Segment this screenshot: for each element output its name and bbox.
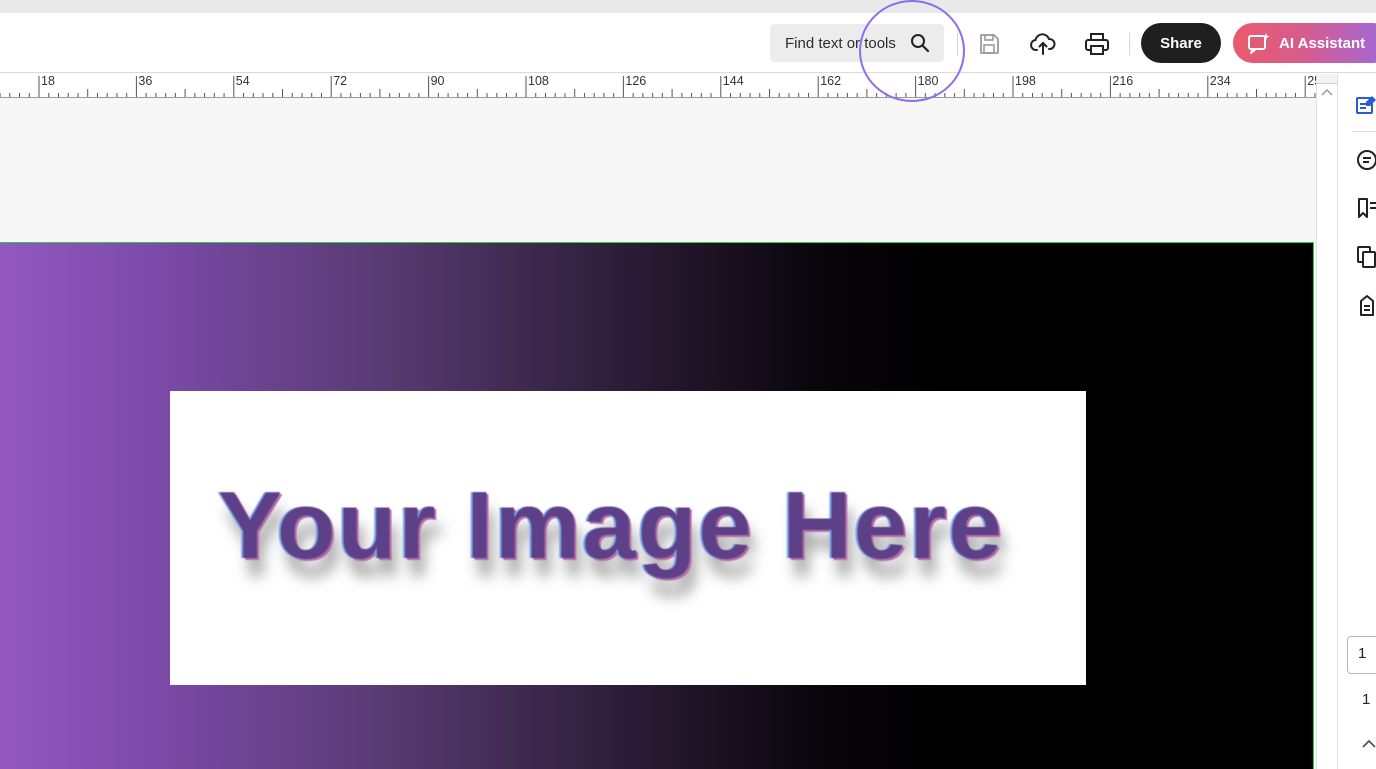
cloud-upload-icon bbox=[1030, 33, 1056, 55]
os-title-strip bbox=[0, 0, 1376, 13]
ai-assistant-label: AI Assistant bbox=[1279, 34, 1366, 52]
toolbar-divider bbox=[1129, 33, 1130, 55]
upload-cloud-button[interactable] bbox=[1028, 29, 1058, 59]
ruler-label: 216 bbox=[1112, 74, 1134, 88]
comment-icon[interactable] bbox=[1356, 149, 1376, 171]
ai-assistant-icon bbox=[1248, 33, 1270, 54]
rail-divider bbox=[1352, 131, 1376, 132]
attachment-icon[interactable] bbox=[1356, 294, 1376, 316]
right-side-rail: 1 1 bbox=[1337, 74, 1376, 769]
chevron-up-icon[interactable] bbox=[1362, 739, 1376, 749]
print-icon bbox=[1085, 33, 1109, 55]
placeholder-image[interactable]: Your Image Here bbox=[170, 391, 1086, 685]
total-pages: 1 bbox=[1362, 691, 1371, 708]
save-icon bbox=[980, 34, 999, 54]
document-page[interactable]: Your Image Here bbox=[0, 242, 1314, 769]
ruler-label: 90 bbox=[430, 74, 445, 88]
scrollbar-corner bbox=[1317, 74, 1337, 84]
ruler-label: 72 bbox=[333, 74, 348, 88]
ruler-label: 180 bbox=[917, 74, 939, 88]
horizontal-ruler: 18 36 54 72 90 108 126 144 162 180 198 216 234 25 bbox=[0, 74, 1316, 98]
current-page-input[interactable]: 1 bbox=[1347, 636, 1376, 674]
ruler-label: 36 bbox=[138, 74, 153, 88]
toolbar-divider bbox=[957, 33, 958, 55]
share-button[interactable]: Share bbox=[1141, 23, 1221, 63]
vertical-scrollbar[interactable] bbox=[1316, 74, 1337, 769]
ruler-label: 25 bbox=[1307, 74, 1316, 88]
ruler-label: 126 bbox=[625, 74, 647, 88]
ai-assistant-button[interactable]: AI Assistant bbox=[1233, 23, 1376, 63]
search-icon[interactable] bbox=[910, 33, 930, 53]
edit-pdf-icon[interactable] bbox=[1356, 94, 1376, 116]
ruler-label: 162 bbox=[820, 74, 842, 88]
ruler-label: 144 bbox=[722, 74, 744, 88]
ruler-label: 108 bbox=[528, 74, 549, 88]
search-input[interactable]: Find text or tools bbox=[785, 35, 896, 52]
ruler-label: 54 bbox=[235, 74, 250, 88]
scroll-up-icon[interactable] bbox=[1321, 88, 1333, 96]
save-button[interactable] bbox=[974, 29, 1004, 59]
ruler-label: 198 bbox=[1015, 74, 1036, 88]
ruler-label: 18 bbox=[41, 74, 55, 88]
pages-icon[interactable] bbox=[1356, 246, 1376, 268]
top-toolbar: Find text or tools Share AI Assistant bbox=[0, 13, 1376, 73]
search-box[interactable]: Find text or tools bbox=[770, 24, 944, 62]
placeholder-image-text: Your Image Here bbox=[218, 472, 1004, 579]
print-button[interactable] bbox=[1082, 29, 1112, 59]
ruler-label: 234 bbox=[1209, 74, 1231, 88]
document-canvas[interactable]: Your Image Here bbox=[0, 98, 1316, 769]
bookmark-icon[interactable] bbox=[1356, 197, 1376, 219]
